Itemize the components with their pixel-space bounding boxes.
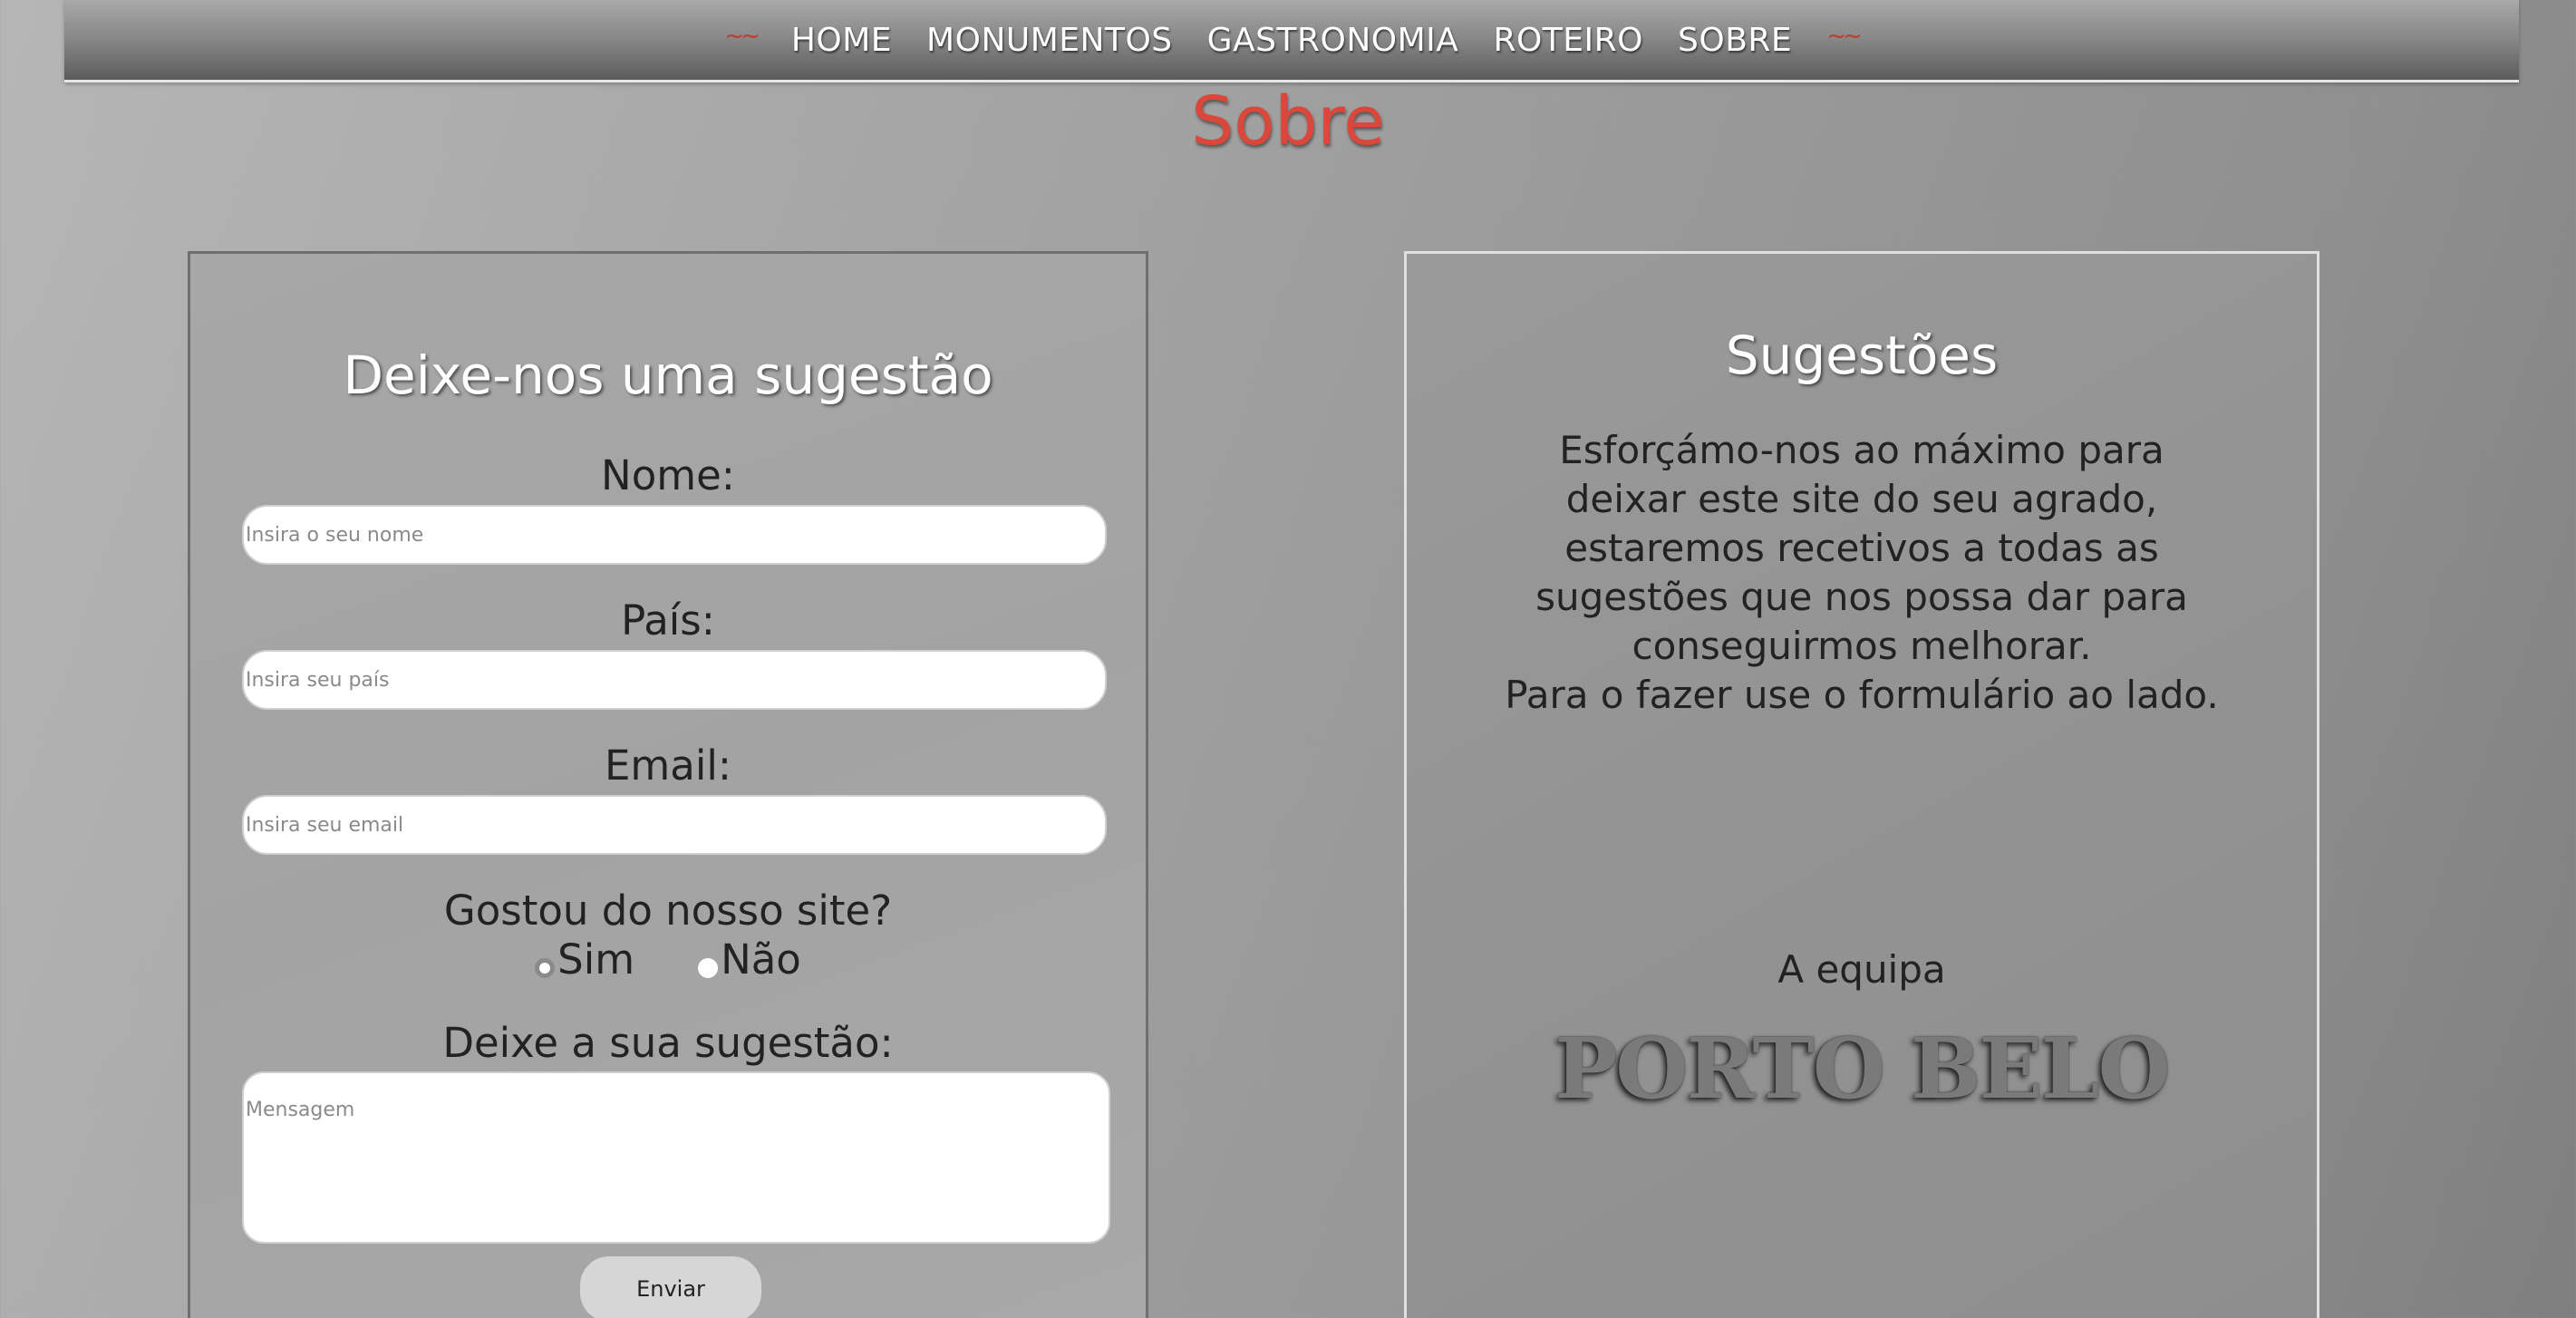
country-label: País: xyxy=(621,596,715,644)
nav-left-ornament: ~~ xyxy=(724,23,760,50)
suggestion-label: Deixe a sua sugestão: xyxy=(442,1019,894,1067)
nav-link-home[interactable]: HOME xyxy=(791,22,892,59)
message-textarea[interactable] xyxy=(242,1071,1110,1244)
submit-button[interactable]: Enviar xyxy=(580,1256,761,1318)
radio-no-label: Não xyxy=(721,935,801,984)
nav-menu: ~~ HOME MONUMENTOS GASTRONOMIA ROTEIRO S… xyxy=(64,0,2519,80)
radio-no-button[interactable] xyxy=(698,958,719,978)
info-line: Para o fazer use o formulário ao lado. xyxy=(1505,673,2219,717)
email-input[interactable] xyxy=(242,795,1107,855)
top-navbar: ~~ HOME MONUMENTOS GASTRONOMIA ROTEIRO S… xyxy=(64,0,2519,82)
info-paragraph: Esforçámo-nos ao máximo para deixar este… xyxy=(1461,426,2262,720)
radio-option-no[interactable]: Não xyxy=(698,935,801,984)
info-line: sugestões que nos possa dar para xyxy=(1535,575,2188,619)
radio-yes-label: Sim xyxy=(557,935,635,984)
nav-link-gastronomia[interactable]: GASTRONOMIA xyxy=(1207,22,1459,59)
info-line: estaremos recetivos a todas as xyxy=(1564,526,2159,570)
info-line: Esforçámo-nos ao máximo para xyxy=(1559,428,2164,472)
radio-option-yes[interactable]: Sim xyxy=(535,935,634,984)
name-input[interactable] xyxy=(242,505,1107,565)
nav-right-ornament: ~~ xyxy=(1826,23,1863,50)
liked-radio-group: Sim Não xyxy=(190,935,1146,984)
page-title: Sobre xyxy=(1191,82,1385,160)
nav-link-roteiro[interactable]: ROTEIRO xyxy=(1493,22,1643,59)
team-label: A equipa xyxy=(1777,947,1946,992)
info-line: deixar este site do seu agrado, xyxy=(1565,477,2158,521)
liked-question-label: Gostou do nosso site? xyxy=(443,887,893,935)
suggestions-info-panel: Sugestões Esforçámo-nos ao máximo para d… xyxy=(1404,251,2319,1318)
radio-yes-button[interactable] xyxy=(535,958,556,978)
email-label: Email: xyxy=(604,741,731,790)
nav-link-monumentos[interactable]: MONUMENTOS xyxy=(926,22,1173,59)
country-input[interactable] xyxy=(242,650,1107,710)
form-heading: Deixe-nos uma sugestão xyxy=(343,344,993,406)
porto-belo-logo: PORTO BELO xyxy=(1554,1020,2171,1118)
nav-link-sobre[interactable]: SOBRE xyxy=(1678,22,1792,59)
info-heading: Sugestões xyxy=(1725,325,1999,386)
info-line: conseguirmos melhorar. xyxy=(1632,624,2092,668)
suggestion-form-panel: Deixe-nos uma sugestão Nome: País: Email… xyxy=(188,251,1148,1318)
name-label: Nome: xyxy=(601,451,735,499)
